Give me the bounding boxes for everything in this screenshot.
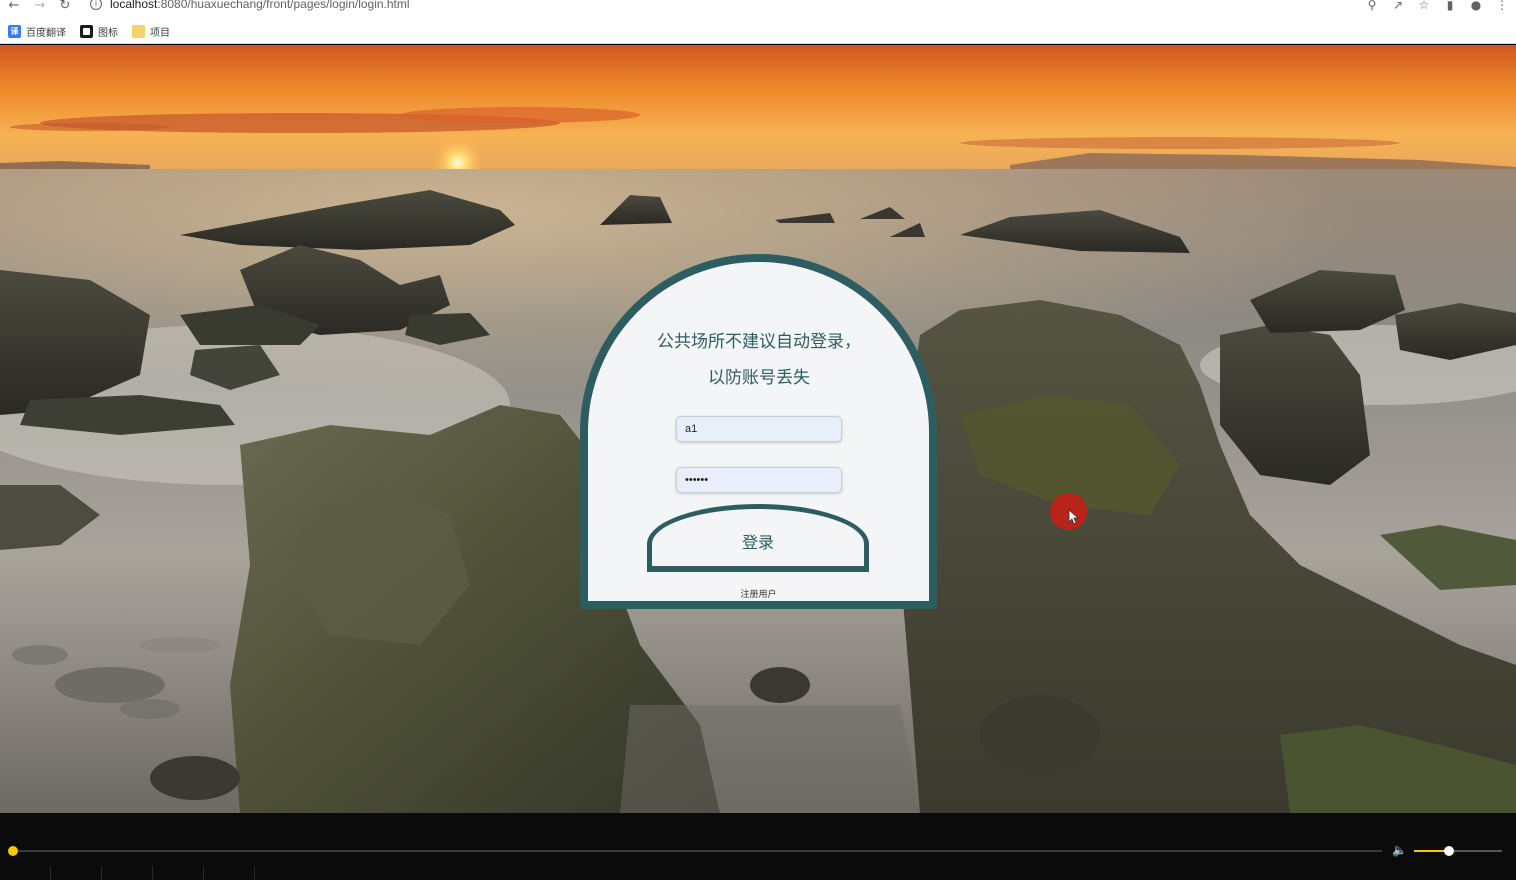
- folder-icon: [132, 24, 145, 38]
- bookmark-label: 项目: [150, 27, 170, 39]
- address-bar-url[interactable]: localhost:8080/huaxuechang/front/pages/l…: [110, 0, 410, 11]
- register-link[interactable]: 注册用户: [588, 587, 929, 600]
- menu-kebab-icon[interactable]: ⋮: [1494, 0, 1510, 13]
- player-control[interactable]: [51, 866, 102, 880]
- username-field[interactable]: [676, 416, 842, 442]
- volume-icon[interactable]: 🔈: [1392, 843, 1408, 857]
- bookmark-icons[interactable]: 图标: [80, 24, 118, 39]
- url-path: :8080/huaxuechang/front/pages/login/logi…: [157, 0, 410, 11]
- page-viewport: 公共场所不建议自动登录，以防账号丢失 登录 注册用户: [0, 45, 1516, 813]
- bookmarks-bar: 译 百度翻译 图标 项目: [0, 22, 1516, 40]
- iconfont-icon: [80, 24, 93, 38]
- star-icon[interactable]: ☆: [1416, 0, 1432, 13]
- bookmark-label: 图标: [98, 27, 118, 39]
- side-panel-icon[interactable]: ▮: [1442, 0, 1458, 13]
- login-card: 公共场所不建议自动登录，以防账号丢失 登录 注册用户: [580, 254, 937, 609]
- player-controls-row: [0, 866, 1516, 880]
- profile-icon[interactable]: ●: [1468, 0, 1484, 13]
- player-control[interactable]: [204, 866, 255, 880]
- player-control[interactable]: [153, 866, 204, 880]
- progress-track[interactable]: [12, 850, 1382, 852]
- login-title: 公共场所不建议自动登录，以防账号丢失: [657, 332, 861, 388]
- login-button[interactable]: 登录: [647, 504, 869, 572]
- player-control[interactable]: [102, 866, 153, 880]
- password-field[interactable]: [676, 467, 842, 493]
- bookmark-project[interactable]: 项目: [132, 24, 170, 39]
- bookmark-baidu-translate[interactable]: 译 百度翻译: [8, 24, 66, 39]
- video-player-bar: 🔈: [0, 813, 1516, 880]
- reload-icon[interactable]: ↻: [57, 0, 73, 13]
- address-bar-row: ← → ↻ i localhost:8080/huaxuechang/front…: [0, 0, 1516, 14]
- progress-knob[interactable]: [8, 846, 18, 856]
- back-arrow-icon[interactable]: ←: [6, 0, 22, 13]
- mouse-pointer-icon: [1068, 509, 1080, 525]
- volume-knob[interactable]: [1444, 846, 1455, 856]
- share-icon[interactable]: ↗: [1390, 0, 1406, 13]
- browser-chrome: ← → ↻ i localhost:8080/huaxuechang/front…: [0, 0, 1516, 44]
- bookmark-label: 百度翻译: [26, 27, 66, 39]
- key-icon[interactable]: ⚲: [1364, 0, 1380, 13]
- forward-arrow-icon[interactable]: →: [32, 0, 48, 13]
- toolbar-icons: ⚲ ↗ ☆ ▮ ● ⋮: [1364, 0, 1510, 13]
- player-control[interactable]: [0, 866, 51, 880]
- site-info-icon[interactable]: i: [90, 0, 102, 10]
- volume-slider[interactable]: [1414, 850, 1502, 852]
- url-host: localhost: [110, 0, 158, 11]
- translate-icon: 译: [8, 24, 21, 38]
